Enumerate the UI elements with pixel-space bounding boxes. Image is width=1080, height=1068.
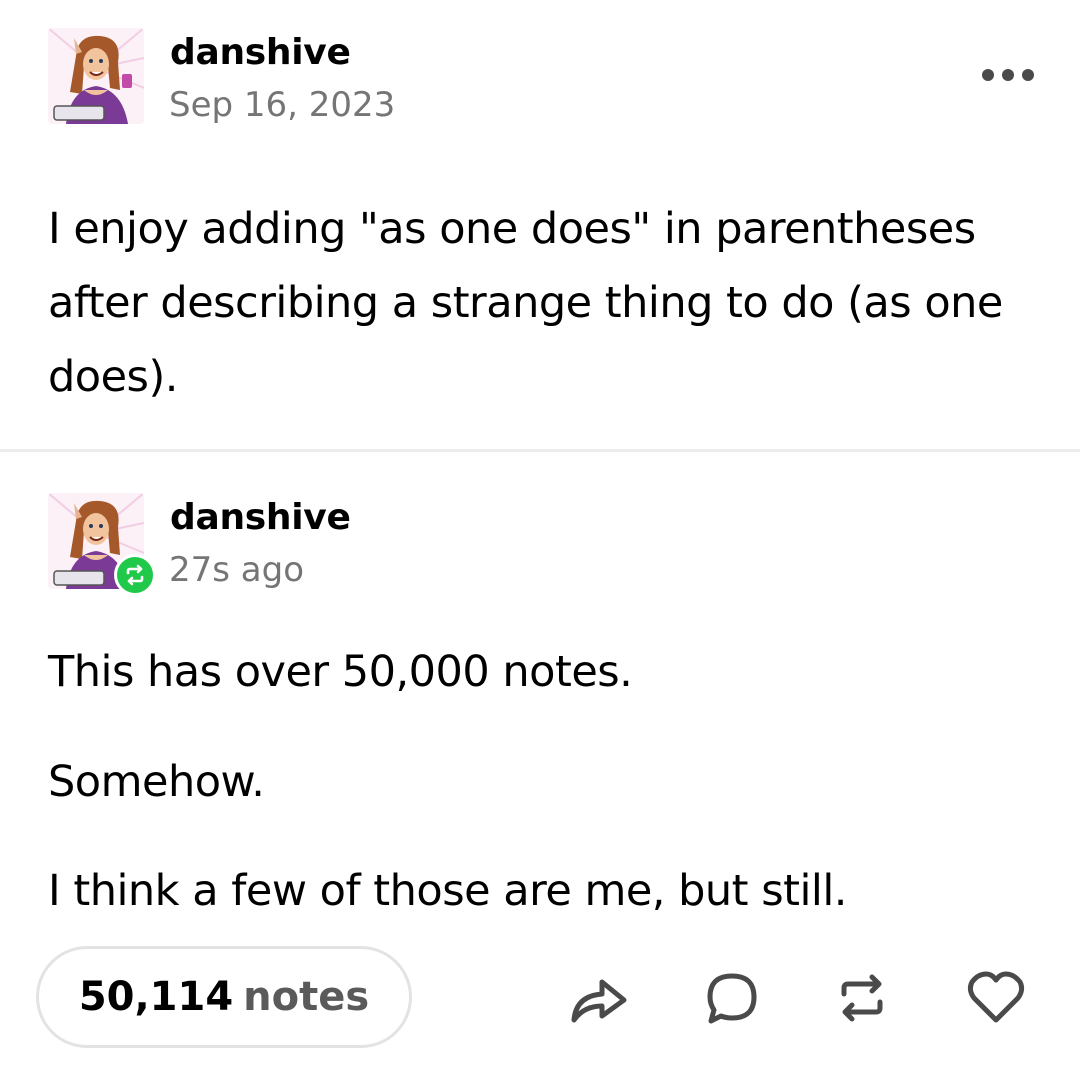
more-options-icon[interactable] — [982, 60, 1034, 90]
original-post-text: I enjoy adding "as one does" in parenthe… — [48, 204, 1003, 402]
share-icon[interactable] — [568, 968, 628, 1028]
reblog-icon[interactable] — [832, 968, 892, 1028]
avatar[interactable] — [48, 28, 144, 124]
notes-button[interactable]: 50,114 notes — [36, 946, 412, 1048]
reblog-username[interactable]: danshive — [170, 497, 351, 538]
reblog-badge-icon — [114, 554, 156, 596]
divider — [0, 449, 1080, 452]
reblog-paragraph-1: This has over 50,000 notes. — [48, 647, 633, 697]
original-post-username[interactable]: danshive — [170, 32, 351, 73]
notes-count: 50,114 — [78, 974, 234, 1020]
reblog-paragraph-2: Somehow. — [48, 757, 265, 807]
reblog-time[interactable]: 27s ago — [169, 550, 304, 590]
heart-icon[interactable] — [966, 968, 1026, 1028]
notes-label: notes — [243, 974, 370, 1020]
reblog-paragraph-3: I think a few of those are me, but still… — [48, 866, 847, 916]
original-post-date[interactable]: Sep 16, 2023 — [169, 85, 395, 125]
reply-icon[interactable] — [702, 968, 762, 1028]
